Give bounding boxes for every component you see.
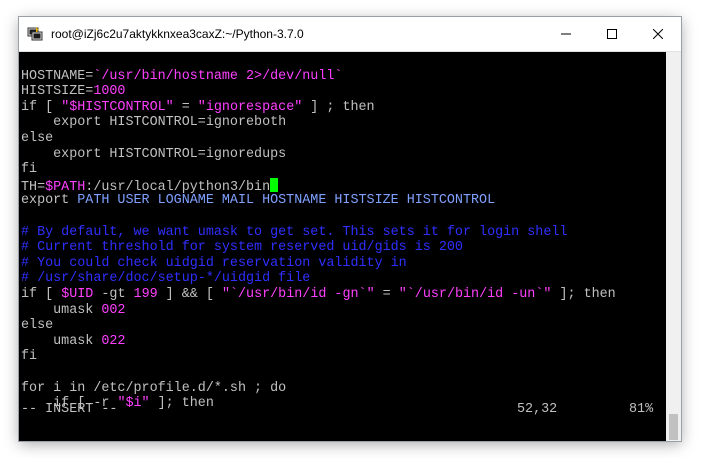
- code-token: export: [21, 193, 78, 209]
- code-token: fi: [21, 162, 38, 178]
- code-line: for i in /etc/profile.d/*.sh ; do: [21, 381, 286, 397]
- code-line: export HISTCONTROL=ignoredups: [21, 147, 286, 163]
- code-token: HISTSIZE=: [21, 84, 94, 100]
- code-token: "$HISTCONTROL": [61, 99, 174, 115]
- code-token: for i in /etc/profile.d/*.sh ; do: [21, 380, 287, 396]
- code-line: export HISTCONTROL=ignoreboth: [21, 115, 286, 131]
- code-line: umask 022: [21, 334, 125, 350]
- code-token: 199: [133, 287, 158, 302]
- code-token: ] && [: [157, 287, 222, 302]
- code-token: # You could check uidgid reservation val…: [21, 255, 407, 271]
- code-token: 002: [101, 302, 126, 318]
- file-percent: 81%: [629, 402, 654, 417]
- code-line: HISTSIZE=1000: [21, 84, 125, 100]
- close-icon: [653, 29, 663, 39]
- code-token: `/usr/bin/hostname 2>/dev/null`: [93, 68, 343, 84]
- code-token: "`/usr/bin/id -un`": [398, 287, 552, 302]
- code-token: export HISTCONTROL=ignoreboth: [21, 115, 287, 131]
- code-token: 022: [101, 333, 126, 349]
- code-token: if [: [21, 99, 62, 115]
- code-line: if [ $UID -gt 199 ] && [ "`/usr/bin/id -…: [21, 287, 616, 303]
- code-token: ]; then: [551, 287, 616, 302]
- code-token: 1000: [93, 84, 126, 100]
- code-token: export HISTCONTROL=ignoredups: [21, 146, 287, 162]
- code-token: fi: [21, 349, 38, 365]
- code-line: else: [21, 318, 53, 334]
- code-line: export PATH USER LOGNAME MAIL HOSTNAME H…: [21, 193, 495, 209]
- code-token: umask: [21, 302, 102, 318]
- code-line: # By default, we want umask to get set. …: [21, 225, 567, 241]
- code-token: =: [173, 99, 198, 115]
- terminal-window: root@iZj6c2u7aktykknxea3caxZ:~/Python-3.…: [19, 17, 681, 441]
- code-token: ] ; then: [302, 99, 375, 115]
- code-line: else: [21, 131, 53, 147]
- code-token: =: [374, 287, 399, 302]
- code-token: "`/usr/bin/id -gn`": [221, 287, 375, 302]
- code-token: else: [21, 318, 54, 334]
- code-line: fi: [21, 349, 37, 365]
- code-token: HOSTNAME=: [21, 68, 94, 84]
- terminal-text-area[interactable]: HOSTNAME=`/usr/bin/hostname 2>/dev/null`…: [19, 52, 666, 441]
- vim-mode-indicator: -- INSERT --: [21, 402, 118, 417]
- putty-icon: [27, 27, 43, 41]
- code-token: # By default, we want umask to get set. …: [21, 224, 568, 240]
- minimize-icon: [561, 33, 571, 35]
- scrollbar-thumb[interactable]: [669, 414, 678, 440]
- vim-status-line: -- INSERT -- 52,32 81%: [19, 402, 666, 420]
- code-token: if [: [21, 287, 62, 302]
- window-title: root@iZj6c2u7aktykknxea3caxZ:~/Python-3.…: [51, 27, 304, 41]
- title-bar[interactable]: root@iZj6c2u7aktykknxea3caxZ:~/Python-3.…: [19, 17, 681, 52]
- code-token: # Current threshold for system reserved …: [21, 240, 463, 256]
- code-line: # /usr/share/doc/setup-*/uidgid file: [21, 271, 310, 287]
- code-token: "ignorespace": [197, 99, 303, 115]
- code-line: # You could check uidgid reservation val…: [21, 256, 407, 272]
- code-line: if [ "$HISTCONTROL" = "ignorespace" ] ; …: [21, 100, 375, 116]
- code-line: # Current threshold for system reserved …: [21, 240, 463, 256]
- code-line: fi: [21, 162, 37, 178]
- code-line: HOSTNAME=`/usr/bin/hostname 2>/dev/null`: [21, 69, 342, 85]
- code-token: -gt: [93, 287, 134, 302]
- maximize-icon: [607, 29, 617, 39]
- code-token: PATH USER LOGNAME MAIL HOSTNAME HISTSIZE…: [77, 193, 496, 209]
- code-token: $UID: [61, 287, 94, 302]
- close-button[interactable]: [635, 17, 681, 51]
- vertical-scrollbar[interactable]: [666, 52, 681, 441]
- minimize-button[interactable]: [543, 17, 589, 51]
- code-token: # /usr/share/doc/setup-*/uidgid file: [21, 271, 311, 287]
- code-line: umask 002: [21, 303, 125, 319]
- text-cursor: [270, 177, 279, 192]
- code-token: umask: [21, 333, 102, 349]
- code-line: TH=$PATH:/usr/local/python3/bin: [21, 177, 279, 195]
- cursor-position: 52,32: [517, 402, 558, 417]
- code-token: else: [21, 131, 54, 146]
- maximize-button[interactable]: [589, 17, 635, 51]
